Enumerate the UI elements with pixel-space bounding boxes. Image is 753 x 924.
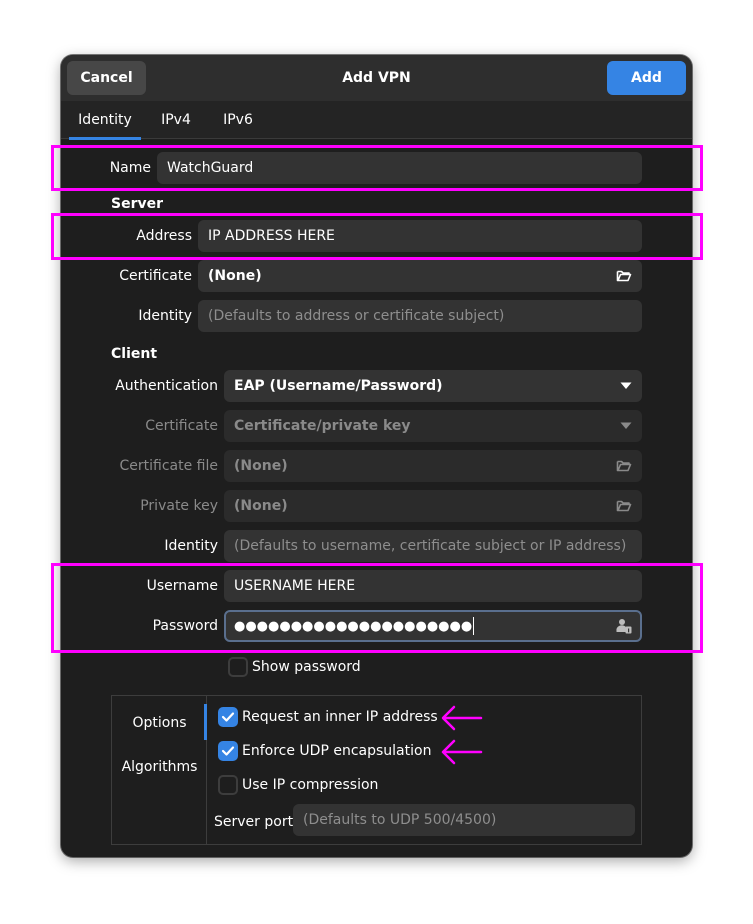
sidebar-item-options[interactable]: Options bbox=[112, 715, 207, 731]
tab-ipv4[interactable]: IPv4 bbox=[153, 101, 199, 139]
server-identity-input[interactable]: (Defaults to address or certificate subj… bbox=[198, 300, 642, 332]
client-certificate-value: Certificate/private key bbox=[234, 418, 411, 434]
enforce-udp-label: Enforce UDP encapsulation bbox=[242, 743, 432, 759]
client-certificate-dropdown[interactable]: Certificate/private key bbox=[224, 410, 642, 442]
folder-open-icon[interactable] bbox=[616, 450, 632, 482]
server-identity-label: Identity bbox=[138, 308, 192, 324]
client-identity-input[interactable]: (Defaults to username, certificate subje… bbox=[224, 530, 642, 562]
checkmark-icon bbox=[221, 712, 235, 722]
certificate-file-value: (None) bbox=[234, 458, 288, 474]
authentication-label: Authentication bbox=[115, 378, 218, 394]
dropdown-arrow-icon bbox=[620, 370, 632, 402]
server-certificate-value: (None) bbox=[208, 268, 262, 284]
active-sidebar-indicator bbox=[204, 704, 207, 740]
annotation-arrow-left-icon bbox=[441, 705, 483, 731]
certificate-file-label: Certificate file bbox=[119, 458, 219, 474]
tab-bar: Identity IPv4 IPv6 bbox=[61, 101, 692, 140]
password-label: Password bbox=[152, 618, 218, 634]
tab-ipv6[interactable]: IPv6 bbox=[215, 101, 261, 139]
ip-compression-checkbox[interactable] bbox=[218, 775, 238, 795]
private-key-value: (None) bbox=[234, 498, 288, 514]
client-identity-label: Identity bbox=[164, 538, 218, 554]
server-port-label: Server port bbox=[214, 814, 294, 830]
show-password-checkbox[interactable] bbox=[228, 657, 248, 677]
checkmark-icon bbox=[221, 746, 235, 756]
tab-identity[interactable]: Identity bbox=[69, 101, 141, 140]
ip-compression-label: Use IP compression bbox=[242, 777, 379, 793]
server-certificate-chooser[interactable]: (None) bbox=[198, 260, 642, 292]
cancel-button[interactable]: Cancel bbox=[67, 61, 146, 95]
request-inner-ip-label: Request an inner IP address bbox=[242, 709, 438, 725]
add-button[interactable]: Add bbox=[607, 61, 686, 95]
advanced-options-panel: Options Algorithms Request an inner IP a… bbox=[111, 695, 642, 845]
private-key-chooser[interactable]: (None) bbox=[224, 490, 642, 522]
name-label: Name bbox=[109, 160, 151, 176]
request-inner-ip-checkbox[interactable] bbox=[218, 707, 238, 727]
authentication-dropdown[interactable]: EAP (Username/Password) bbox=[224, 370, 642, 402]
folder-open-icon[interactable] bbox=[616, 260, 632, 292]
username-label: Username bbox=[146, 578, 218, 594]
private-key-label: Private key bbox=[140, 498, 218, 514]
show-password-label: Show password bbox=[252, 659, 361, 675]
password-masked-value: ●●●●●●●●●●●●●●●●●●●●● bbox=[234, 619, 473, 634]
folder-open-icon[interactable] bbox=[616, 490, 632, 522]
dialog-title: Add VPN bbox=[342, 70, 411, 86]
server-certificate-label: Certificate bbox=[119, 268, 192, 284]
client-section-heading: Client bbox=[111, 346, 158, 362]
add-vpn-dialog: Cancel Add VPN Add Identity IPv4 IPv6 Na… bbox=[61, 55, 692, 857]
annotation-arrow-left-icon bbox=[441, 739, 483, 765]
name-input[interactable]: WatchGuard bbox=[157, 152, 642, 184]
dropdown-arrow-icon bbox=[620, 410, 632, 442]
server-section-heading: Server bbox=[111, 196, 164, 212]
client-certificate-label: Certificate bbox=[145, 418, 218, 434]
username-input[interactable]: USERNAME HERE bbox=[224, 570, 642, 602]
certificate-file-chooser[interactable]: (None) bbox=[224, 450, 642, 482]
enforce-udp-checkbox[interactable] bbox=[218, 741, 238, 761]
sidebar-item-algorithms[interactable]: Algorithms bbox=[112, 759, 207, 775]
password-input[interactable]: ●●●●●●●●●●●●●●●●●●●●● bbox=[224, 610, 642, 642]
authentication-value: EAP (Username/Password) bbox=[234, 378, 443, 394]
text-caret bbox=[473, 617, 475, 635]
password-storage-icon[interactable] bbox=[616, 612, 632, 640]
server-port-input[interactable]: (Defaults to UDP 500/4500) bbox=[293, 804, 635, 836]
options-sidebar: Options Algorithms bbox=[112, 696, 207, 844]
address-input[interactable]: IP ADDRESS HERE bbox=[198, 220, 642, 252]
address-label: Address bbox=[136, 228, 192, 244]
header-bar: Cancel Add VPN Add bbox=[61, 55, 692, 101]
